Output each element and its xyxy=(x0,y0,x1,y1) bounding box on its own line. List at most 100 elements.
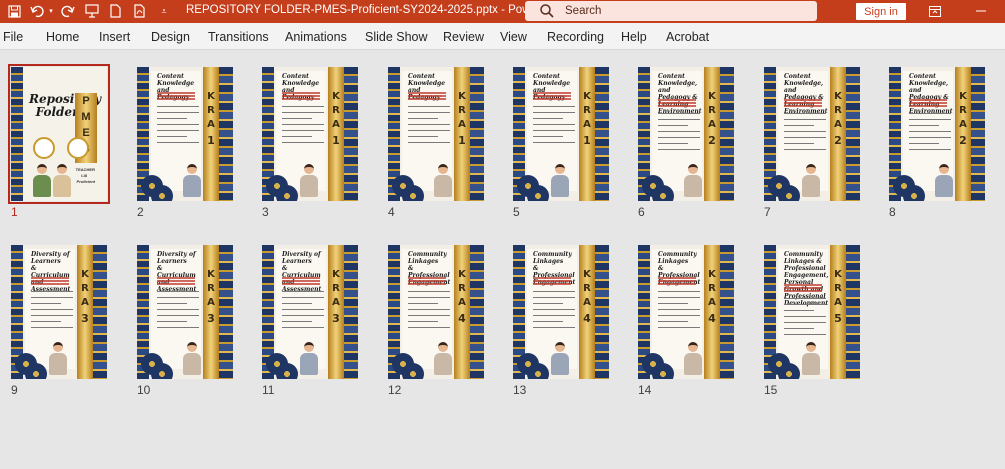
kra-letter: A xyxy=(207,297,215,308)
new-file-icon[interactable] xyxy=(108,2,122,20)
teacher-figure xyxy=(802,342,820,375)
kra-letter: A xyxy=(583,119,591,130)
slide-thumbnail[interactable]: KRA1Content Knowledgeand Pedagogy xyxy=(388,67,484,201)
tab-animations[interactable]: Animations xyxy=(285,30,347,44)
figure-body xyxy=(434,175,452,197)
slide-number: 7 xyxy=(764,205,771,219)
pdf-icon[interactable] xyxy=(132,2,146,20)
ribbon-display-icon[interactable] xyxy=(926,2,944,20)
tab-slide-show[interactable]: Slide Show xyxy=(365,30,428,44)
kra-letter: K xyxy=(834,91,842,102)
highlight-line xyxy=(282,280,320,282)
teacher-figure xyxy=(183,342,201,375)
kra-number: 1 xyxy=(207,134,215,147)
figure-body xyxy=(49,353,67,375)
text-line xyxy=(658,291,700,292)
figure-head xyxy=(688,164,698,174)
tab-insert[interactable]: Insert xyxy=(99,30,130,44)
tab-recording[interactable]: Recording xyxy=(547,30,604,44)
slide-thumbnail[interactable]: K R A 5 Community Linkages & Professional Eng… xyxy=(764,245,860,379)
slide-thumbnail[interactable]: KRA1Content Knowledgeand Pedagogy xyxy=(513,67,609,201)
kra-letter: A xyxy=(81,297,89,308)
slide-thumbnail[interactable]: KRA1Content Knowledgeand Pedagogy xyxy=(137,67,233,201)
tab-file[interactable]: File xyxy=(3,30,23,44)
highlight-line xyxy=(533,98,571,100)
slide-title-line: Diversity of Learners xyxy=(157,251,196,265)
title-bar: ▾ ⩡ REPOSITORY FOLDER-PMES-Proficient-SY… xyxy=(0,0,1005,23)
slide-thumbnail[interactable]: KRA 2 Content Knowledge,and Pedagogy &Lear… xyxy=(764,67,860,201)
highlight-line xyxy=(784,105,822,107)
tab-acrobat[interactable]: Acrobat xyxy=(666,30,709,44)
figure-head xyxy=(187,342,197,352)
slide-thumbnail[interactable]: KRA 3 Diversity of Learners& Curriculumand… xyxy=(262,245,358,379)
slide-thumbnail[interactable]: KRA4Community Linkages& ProfessionalEnga… xyxy=(638,245,734,379)
text-line xyxy=(784,316,826,317)
kra-number: 1 xyxy=(583,134,591,147)
slide-number: 10 xyxy=(137,383,151,397)
text-line xyxy=(408,136,438,137)
text-line xyxy=(157,291,199,292)
kra-letter: A xyxy=(708,119,716,130)
sign-in-button[interactable]: Sign in xyxy=(856,3,906,20)
figure-body xyxy=(802,353,820,375)
slide-thumbnail[interactable]: KRA1Content Knowledgeand Pedagogy xyxy=(262,67,358,201)
text-line xyxy=(282,315,324,316)
teacher-figure xyxy=(49,342,67,375)
slide-thumbnail[interactable]: KRA 2 Content Knowledge,and Pedagogy &Lear… xyxy=(638,67,734,201)
tab-home[interactable]: Home xyxy=(46,30,79,44)
search-input[interactable]: Search xyxy=(525,1,817,21)
flower-ornament xyxy=(778,185,800,201)
kra-letter: K xyxy=(81,269,89,280)
slide-thumbnail[interactable]: KRA 2 Content Knowledge,and Pedagogy &Lear… xyxy=(889,67,985,201)
tab-transitions[interactable]: Transitions xyxy=(208,30,269,44)
kra-panel: KRA 2 xyxy=(830,67,846,201)
redo-icon[interactable] xyxy=(60,2,76,20)
search-placeholder: Search xyxy=(565,5,602,17)
cover-teacher-range: I-III xyxy=(81,173,87,178)
flower-ornament xyxy=(903,185,925,201)
tab-review[interactable]: Review xyxy=(443,30,484,44)
kra-letter: R xyxy=(834,105,842,116)
undo-dropdown-icon[interactable]: ▾ xyxy=(47,2,55,20)
text-line xyxy=(909,131,951,132)
slide-sorter: RepositoryFolderPMESTEACHERI-IIIProficie… xyxy=(0,51,1005,469)
tab-view[interactable]: View xyxy=(500,30,527,44)
kra-letter: K xyxy=(332,91,340,102)
teacher-figure xyxy=(551,342,569,375)
kra-panel: KRA 1 xyxy=(454,67,470,201)
undo-icon[interactable] xyxy=(28,2,46,20)
text-line xyxy=(282,130,324,131)
figure-body xyxy=(33,175,51,197)
flower-ornament xyxy=(527,363,549,379)
slide-thumbnail[interactable]: KRA4Community Linkages& ProfessionalEnga… xyxy=(513,245,609,379)
highlight-line xyxy=(408,280,446,282)
tab-design[interactable]: Design xyxy=(151,30,190,44)
minimize-icon[interactable] xyxy=(972,2,990,20)
presenter-icon[interactable] xyxy=(84,2,100,20)
highlight-line xyxy=(658,283,696,285)
slide-thumbnail[interactable]: KRA 3 Diversity of Learners& Curriculumand… xyxy=(11,245,107,379)
tab-help[interactable]: Help xyxy=(621,30,647,44)
text-line xyxy=(282,136,312,137)
kra-letter: A xyxy=(332,119,340,130)
highlight-line xyxy=(909,99,947,101)
kra-number: 3 xyxy=(332,312,340,325)
customize-icon[interactable]: ⩡ xyxy=(158,2,170,20)
ribbon-tabs: File Home Insert Design Transitions Anim… xyxy=(0,23,1005,50)
slide-title-line: Community Linkages & xyxy=(784,251,823,265)
save-icon[interactable] xyxy=(6,2,22,20)
figure-body xyxy=(300,175,318,197)
slide-title-line: Content Knowledge xyxy=(282,73,320,87)
slide-thumbnail[interactable]: KRA 3 Diversity of Learners& Curriculumand… xyxy=(137,245,233,379)
highlight-line xyxy=(658,99,696,101)
highlight-line xyxy=(658,280,696,282)
kra-letter: R xyxy=(332,105,340,116)
slide-thumbnail[interactable]: RepositoryFolderPMESTEACHERI-IIIProficie… xyxy=(8,64,110,204)
teacher-figure xyxy=(551,164,569,197)
figure-body xyxy=(183,353,201,375)
slide-thumbnail[interactable]: KRA4Community Linkages& ProfessionalEnga… xyxy=(388,245,484,379)
teacher-figure xyxy=(300,342,318,375)
kra-letter: A xyxy=(458,119,466,130)
text-line xyxy=(282,321,312,322)
kra-panel: KRA 1 xyxy=(203,67,219,201)
